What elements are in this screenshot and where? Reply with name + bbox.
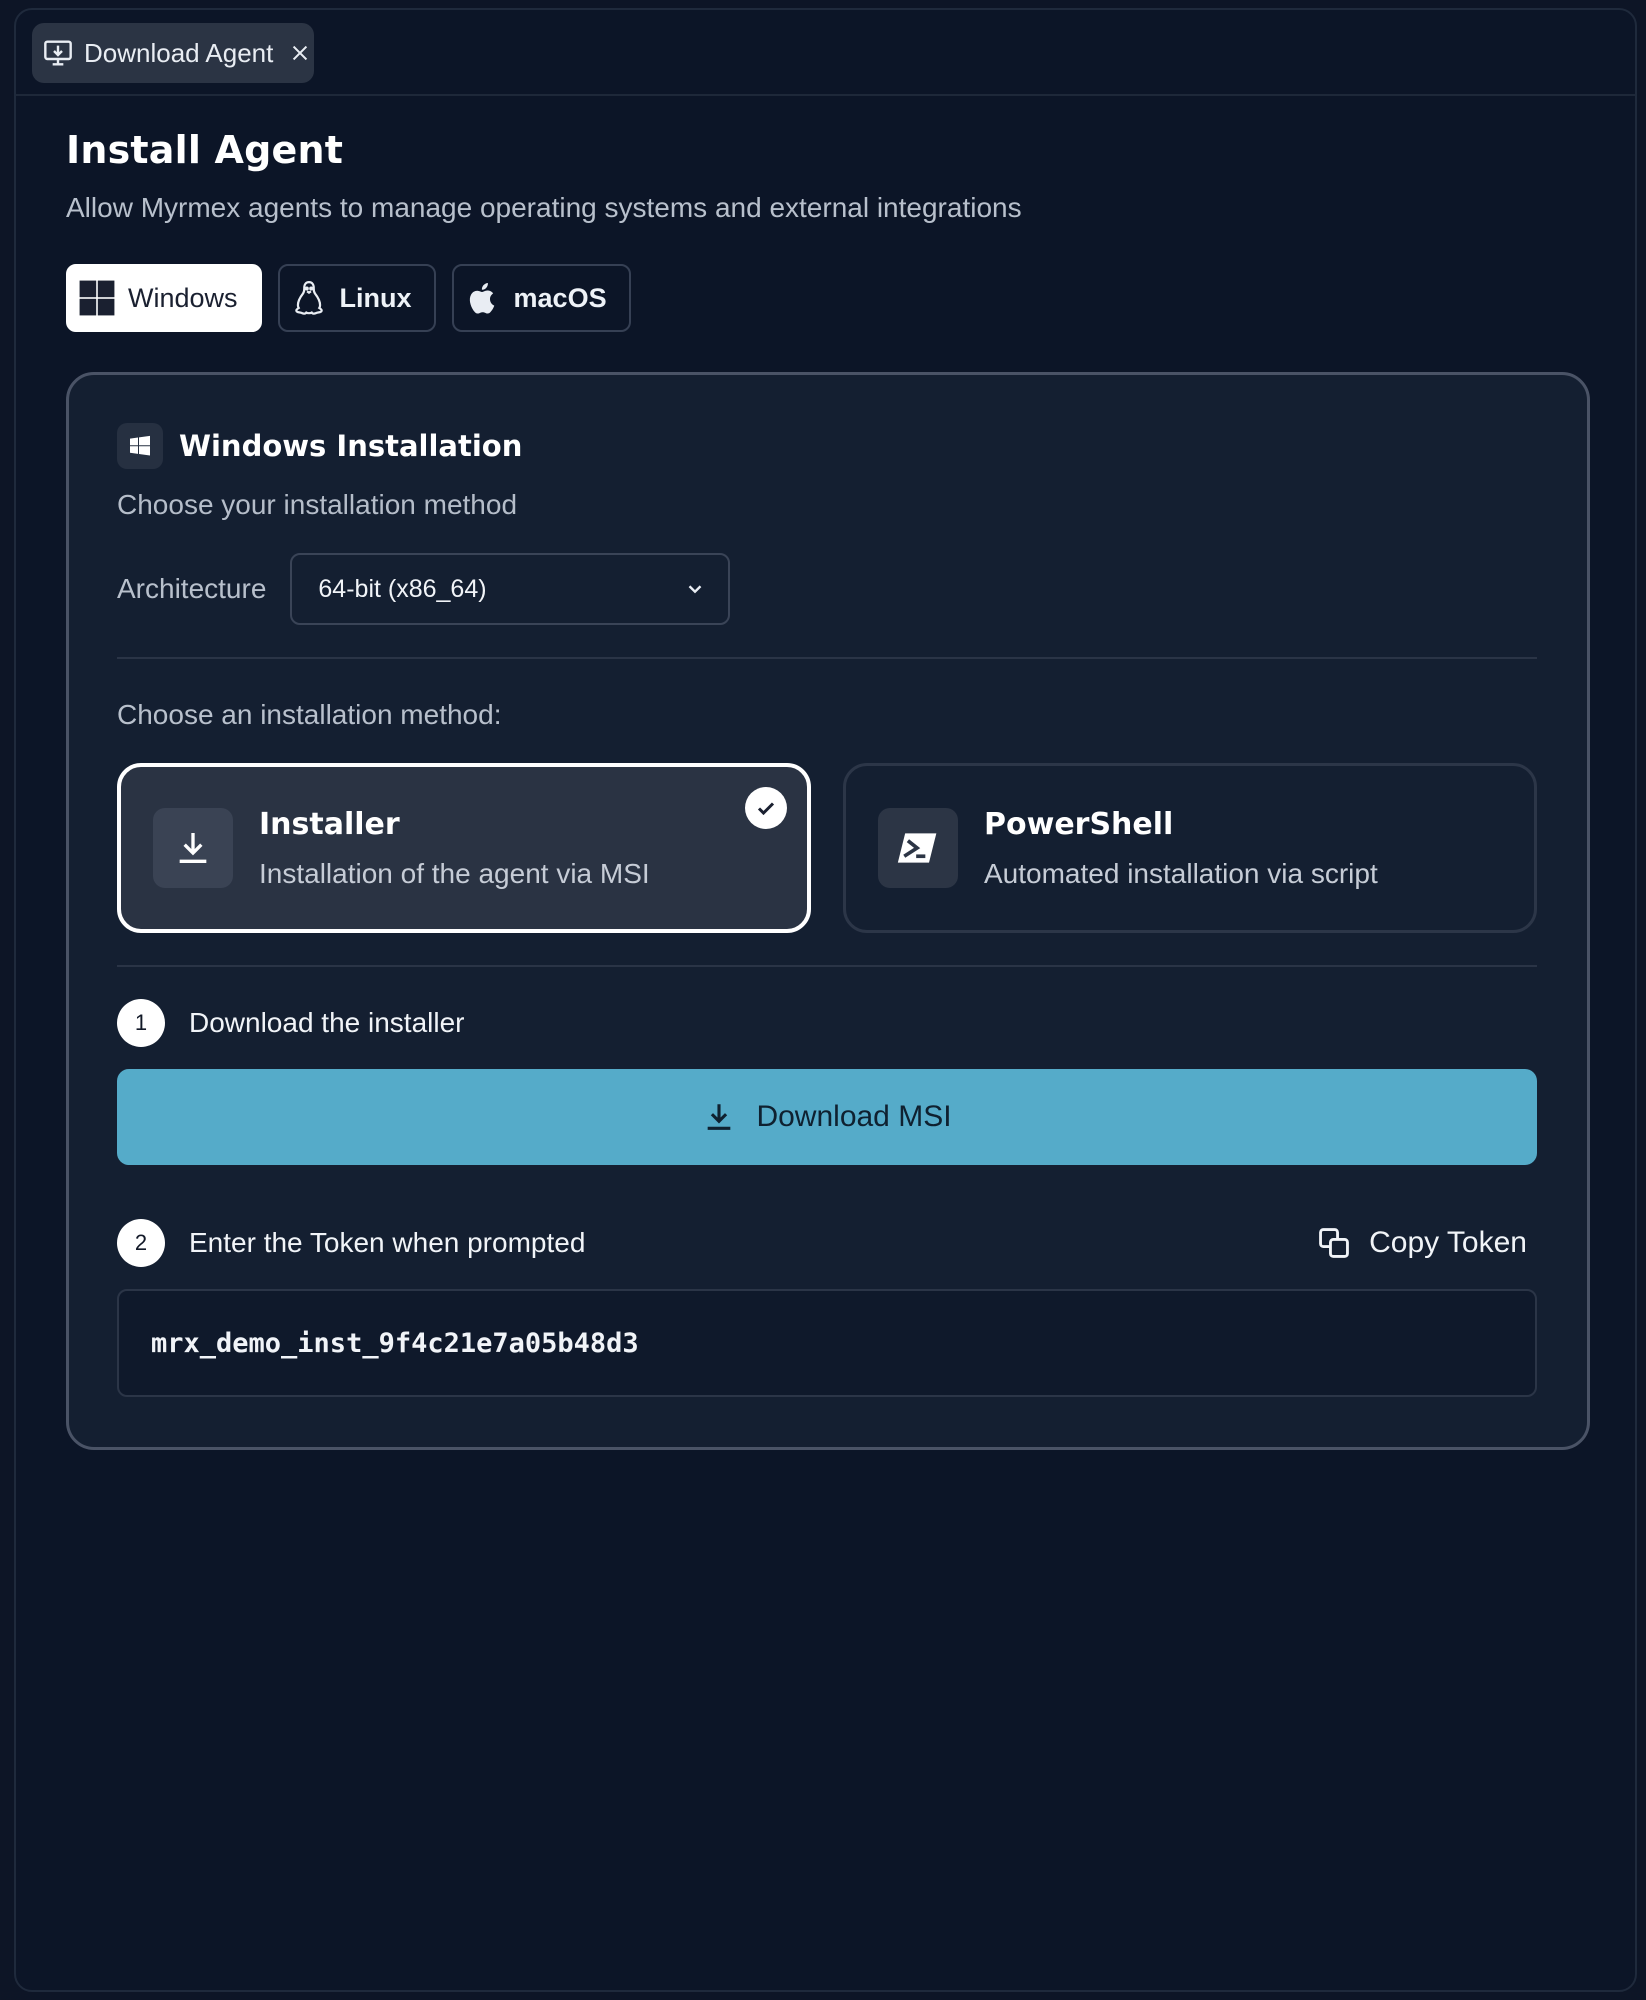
step-1-text: Download the installer [189, 1007, 465, 1038]
architecture-label: Architecture [117, 573, 267, 604]
card-subtitle: Choose your installation method [117, 489, 518, 520]
download-msi-button[interactable]: Download MSI [117, 1069, 1537, 1165]
divider [117, 965, 1537, 967]
token-value: mrx_demo_inst_9f4c21e7a05b48d3 [151, 1327, 639, 1359]
method-options: Installer Installation of the agent via … [117, 763, 1537, 933]
windows-icon [130, 435, 150, 456]
page-subtitle: Allow Myrmex agents to manage operating … [66, 192, 1022, 223]
step-2: 2 Enter the Token when prompted Copy Tok… [117, 1219, 1537, 1267]
chevron-down-icon [689, 585, 702, 594]
download-msi-label: Download MSI [756, 1100, 952, 1133]
method-installer-desc: Installation of the agent via MSI [259, 857, 650, 889]
installation-card: Windows Installation Choose your install… [66, 372, 1590, 1450]
tab-linux-label: Linux [339, 282, 412, 313]
download-monitor-icon [44, 40, 72, 66]
tab-windows-label: Windows [128, 282, 238, 313]
architecture-value: 64-bit (x86_64) [318, 574, 487, 603]
apple-icon [469, 282, 494, 314]
close-icon[interactable] [289, 42, 311, 64]
method-installer-title: Installer [259, 806, 400, 842]
step-number: 2 [117, 1219, 165, 1267]
architecture-row: Architecture 64-bit (x86_64) [117, 553, 1537, 625]
tab-bar: Download Agent [16, 10, 1635, 96]
powershell-icon-box [878, 808, 958, 888]
powershell-icon [897, 833, 937, 863]
os-tabs: Windows Linux macOS [66, 264, 1586, 332]
step-number: 1 [117, 999, 165, 1047]
method-powershell[interactable]: PowerShell Automated installation via sc… [843, 763, 1537, 933]
windows-icon [79, 280, 115, 316]
windows-badge [117, 423, 163, 469]
check-icon [745, 787, 787, 829]
copy-icon [1319, 1228, 1349, 1258]
architecture-select[interactable]: 64-bit (x86_64) [290, 553, 731, 625]
download-icon [179, 833, 207, 863]
main-content: Install Agent Allow Myrmex agents to man… [66, 128, 1590, 1450]
method-installer[interactable]: Installer Installation of the agent via … [117, 763, 811, 933]
tab-label: Download Agent [84, 37, 274, 68]
method-powershell-title: PowerShell [984, 806, 1174, 842]
tab-macos[interactable]: macOS [451, 264, 631, 332]
divider [117, 657, 1537, 659]
app-window: Download Agent Install Agent Allow Myrme… [14, 8, 1637, 1992]
tab-windows[interactable]: Windows [66, 264, 262, 332]
step-2-text: Enter the Token when prompted [189, 1227, 586, 1258]
download-icon [708, 1104, 731, 1130]
linux-icon [294, 281, 323, 315]
copy-token-label: Copy Token [1369, 1226, 1527, 1259]
card-title: Windows Installation [179, 429, 523, 463]
method-powershell-desc: Automated installation via script [984, 857, 1378, 889]
tab-macos-label: macOS [513, 282, 607, 313]
method-label: Choose an installation method: [117, 699, 502, 730]
step-1: 1 Download the installer [117, 999, 1537, 1047]
copy-token-button[interactable]: Copy Token [1317, 1226, 1537, 1260]
token-display[interactable]: mrx_demo_inst_9f4c21e7a05b48d3 [117, 1289, 1537, 1397]
page-title: Install Agent [66, 128, 344, 172]
installer-icon-box [153, 808, 233, 888]
card-header: Windows Installation [117, 423, 1537, 469]
tab-download-agent[interactable]: Download Agent [32, 23, 314, 83]
tab-linux[interactable]: Linux [277, 264, 436, 332]
